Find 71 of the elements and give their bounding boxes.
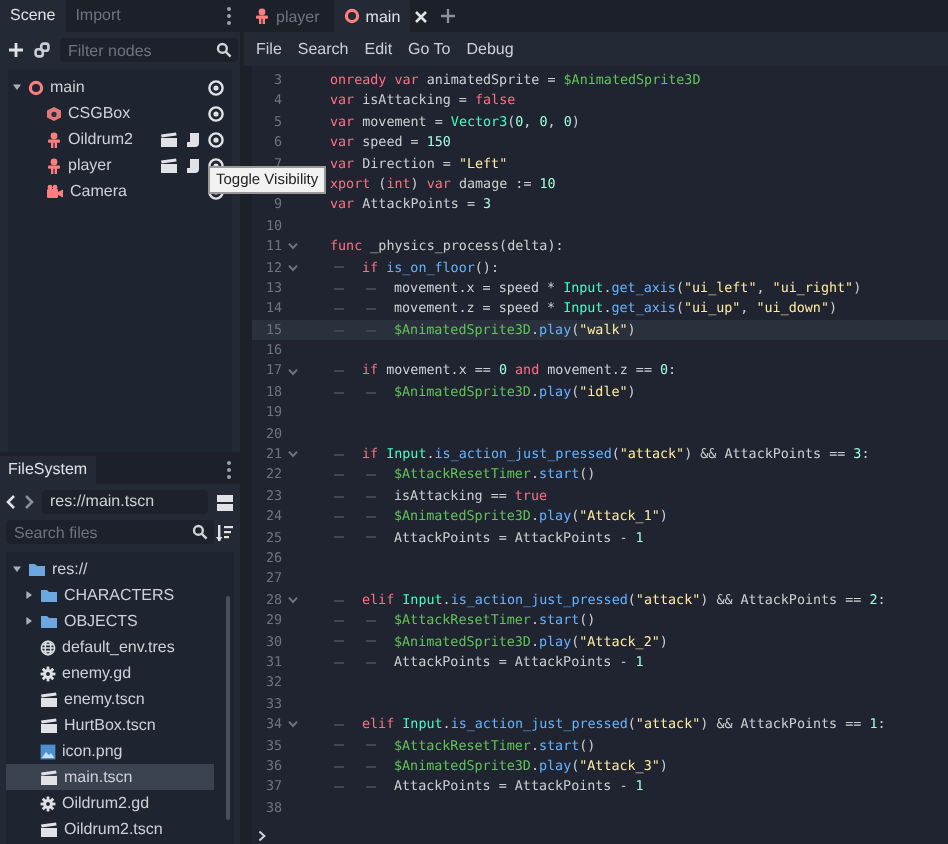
script-icon[interactable] <box>186 157 200 173</box>
node-label[interactable]: CSGBox <box>68 104 131 122</box>
node-label[interactable]: main <box>50 78 85 96</box>
filter-field[interactable]: Filter nodes <box>60 38 238 62</box>
node-label[interactable]: Camera <box>70 182 127 200</box>
tree-item[interactable]: enemy.gd <box>6 660 214 686</box>
gear-icon <box>40 665 56 681</box>
figure-icon <box>46 131 62 147</box>
fold-caret-icon[interactable] <box>288 720 298 729</box>
eye-icon[interactable] <box>208 131 224 147</box>
tree-item[interactable]: icon.png <box>6 738 214 764</box>
tree-item[interactable]: Oildrum2.tscn <box>6 816 214 842</box>
clapperboard-icon <box>40 691 58 707</box>
menu-item[interactable]: Go To <box>408 40 451 58</box>
tree-item[interactable]: Oildrum2.gd <box>6 790 214 816</box>
script-icon[interactable] <box>186 131 200 147</box>
caret-icon[interactable] <box>24 616 34 626</box>
dock-tab[interactable]: FileSystem <box>0 456 96 484</box>
close-icon[interactable] <box>414 9 429 23</box>
add-tab-icon[interactable] <box>440 8 457 24</box>
clapperboard-icon[interactable] <box>160 157 178 173</box>
caret-icon[interactable] <box>12 82 22 92</box>
menu-item[interactable]: Search <box>297 40 349 58</box>
tree-item[interactable]: CHARACTERS <box>6 582 214 608</box>
search-field[interactable]: Search files <box>6 520 214 544</box>
clapperboard-icon[interactable] <box>160 131 178 147</box>
fold-caret-icon[interactable] <box>288 263 298 272</box>
expand-icon[interactable] <box>258 829 266 841</box>
fold-caret-icon[interactable] <box>288 242 298 251</box>
ring-icon <box>343 8 360 24</box>
clapperboard-icon <box>40 717 58 733</box>
eye-icon[interactable] <box>208 79 224 95</box>
split-view-icon[interactable] <box>216 493 234 511</box>
tree-item[interactable]: OBJECTS <box>6 608 214 634</box>
tree-item[interactable]: res:// <box>6 556 214 582</box>
camera-icon <box>46 183 64 199</box>
caret-icon[interactable] <box>12 564 22 574</box>
gear-icon <box>40 795 56 811</box>
tree-item[interactable]: main.tscn <box>6 764 214 790</box>
editor-tab[interactable]: main <box>333 0 411 32</box>
back-icon[interactable] <box>6 494 16 510</box>
figure-icon <box>254 8 270 24</box>
menu-item[interactable]: Edit <box>364 40 393 58</box>
image-icon <box>40 743 56 759</box>
dock-tab[interactable]: Scene <box>0 0 66 32</box>
fold-caret-icon[interactable] <box>288 595 298 604</box>
forward-icon[interactable] <box>24 494 34 510</box>
menu-item[interactable]: File <box>256 40 282 58</box>
clapperboard-icon <box>40 769 58 785</box>
more-icon[interactable] <box>226 6 232 26</box>
node-label[interactable]: player <box>68 156 112 174</box>
more-icon[interactable] <box>226 460 232 480</box>
editor-tab[interactable]: player <box>244 0 330 32</box>
globe-icon <box>40 639 56 655</box>
fold-caret-icon[interactable] <box>288 367 298 376</box>
tree-item[interactable]: default_env.tres <box>6 634 214 660</box>
tree-item[interactable]: enemy.tscn <box>6 686 214 712</box>
fold-caret-icon[interactable] <box>288 450 298 459</box>
link-icon[interactable] <box>34 42 50 58</box>
add-icon[interactable] <box>8 42 24 58</box>
eye-icon[interactable] <box>208 105 224 121</box>
tree-item[interactable]: HurtBox.tscn <box>6 712 214 738</box>
caret-icon[interactable] <box>24 590 34 600</box>
clapperboard-icon <box>40 821 58 837</box>
sort-icon[interactable] <box>216 523 234 541</box>
ring-icon <box>28 79 44 95</box>
node-label[interactable]: Oildrum2 <box>68 130 133 148</box>
cube-icon <box>46 105 62 121</box>
figure-icon <box>46 157 62 173</box>
menu-item[interactable]: Debug <box>466 40 514 58</box>
path-field[interactable]: res://main.tscn <box>42 490 208 514</box>
